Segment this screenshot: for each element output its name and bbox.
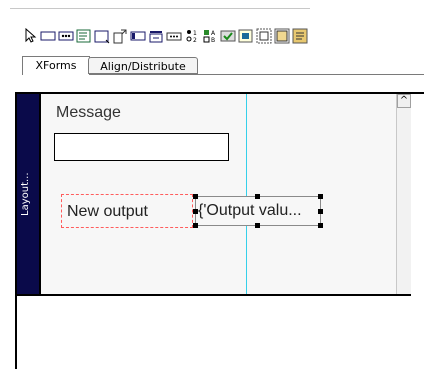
repeat-icon[interactable]: [274, 28, 290, 44]
submit-icon[interactable]: [166, 28, 182, 44]
svg-text:1: 1: [193, 30, 197, 37]
form-editor: Layout... Message New output {'Output va…: [15, 92, 424, 369]
svg-text:B: B: [211, 37, 215, 44]
select1-icon[interactable]: 12: [184, 28, 200, 44]
new-output-label: New output: [67, 203, 148, 220]
vertical-scrollbar[interactable]: ^: [396, 94, 411, 294]
svg-text:2: 2: [193, 37, 197, 44]
svg-text:A: A: [211, 30, 216, 37]
secret-icon[interactable]: [58, 28, 74, 44]
message-input[interactable]: [54, 133, 229, 161]
new-output-control[interactable]: New output: [61, 194, 193, 228]
switch-icon[interactable]: [256, 28, 272, 44]
window-top-border: [10, 8, 310, 9]
resize-handle-top-right[interactable]: [318, 194, 323, 199]
trigger-icon[interactable]: [220, 28, 236, 44]
tab-align-distribute[interactable]: Align/Distribute: [88, 57, 198, 74]
design-canvas[interactable]: Layout... Message New output {'Output va…: [17, 94, 411, 296]
range-icon[interactable]: [148, 28, 164, 44]
upload-icon[interactable]: [94, 28, 110, 44]
palette-tabs: XForms Align/Distribute: [22, 56, 424, 78]
resize-handle-right[interactable]: [318, 209, 323, 214]
resize-handle-top-left[interactable]: [193, 194, 198, 199]
label-icon[interactable]: [292, 28, 308, 44]
scroll-up-button[interactable]: ^: [397, 94, 411, 108]
resize-handle-left[interactable]: [193, 209, 198, 214]
select-icon[interactable]: AB: [202, 28, 218, 44]
pointer-icon[interactable]: [22, 28, 38, 44]
output-icon[interactable]: [112, 28, 128, 44]
alignment-guide: [246, 94, 247, 294]
resize-handle-bottom-right[interactable]: [318, 223, 323, 228]
input-icon[interactable]: [40, 28, 56, 44]
tab-divider: [89, 74, 424, 75]
layout-label: Layout...: [20, 172, 31, 216]
textarea-icon[interactable]: [76, 28, 92, 44]
resize-handle-bottom[interactable]: [255, 223, 260, 228]
layout-bar[interactable]: Layout...: [17, 94, 41, 294]
tab-xforms[interactable]: XForms: [22, 56, 90, 75]
group-icon[interactable]: [238, 28, 254, 44]
message-label[interactable]: Message: [56, 104, 121, 122]
resize-handle-bottom-left[interactable]: [193, 223, 198, 228]
button-icon[interactable]: [130, 28, 146, 44]
output-value-label: {'Output valu...: [198, 202, 302, 219]
resize-handle-top[interactable]: [255, 194, 260, 199]
output-value-control[interactable]: {'Output valu...: [195, 196, 321, 226]
chevron-up-icon: ^: [399, 95, 409, 106]
xforms-toolbar: 12 AB: [22, 28, 424, 48]
